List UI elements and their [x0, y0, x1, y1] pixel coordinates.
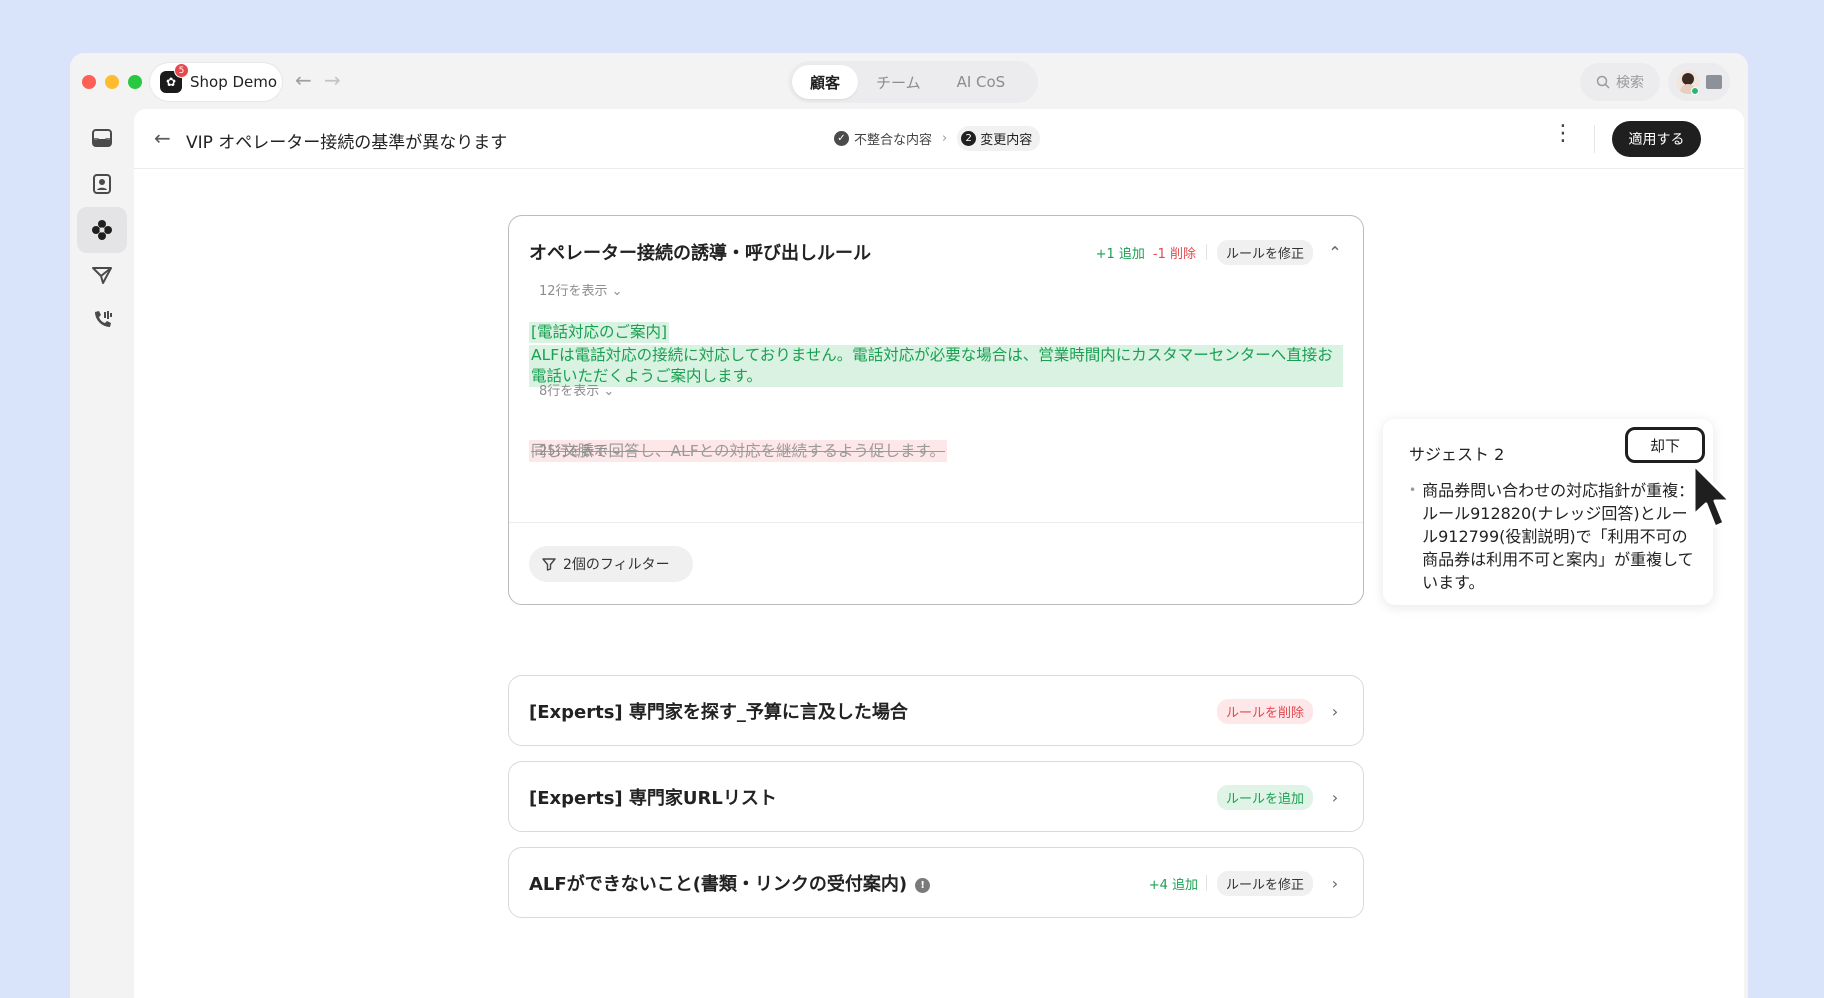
search-label: 検索 — [1616, 75, 1644, 91]
deleted-count: -1 削除 — [1152, 246, 1196, 262]
filter-button[interactable]: 2個のフィルター — [529, 546, 693, 582]
added-text: ALFは電話対応の接続に対応しておりません。電話対応が必要な場合は、営業時間内に… — [529, 345, 1343, 387]
divider — [1205, 875, 1207, 891]
filter-icon — [542, 558, 556, 571]
sidebar-item-calls[interactable] — [77, 297, 127, 343]
show-hidden-lines-button[interactable]: 12行を表示 ⌄ — [539, 280, 623, 299]
card-title: ALFができないこと(書類・リンクの受付案内)! — [529, 870, 1149, 896]
status-badge: ルールを修正 — [1216, 870, 1313, 896]
step-changes[interactable]: 2 変更内容 — [957, 126, 1041, 151]
status-badge: ルールを修正 — [1216, 239, 1313, 265]
tab-team[interactable]: チーム — [858, 65, 939, 99]
show-hidden-lines-button[interactable]: 8行を表示 ⌄ — [539, 380, 614, 399]
rule-card-expanded: オペレーター接続の誘導・呼び出しルール +1 追加 -1 削除 ルールを修正 ⌃… — [508, 215, 1364, 605]
suggestion-title: サジェスト 2 — [1409, 445, 1505, 464]
building-icon — [1706, 75, 1722, 89]
suggestion-text: 商品券問い合わせの対応指針が重複：ルール912820(ナレッジ回答)とルール91… — [1422, 481, 1695, 592]
show-hidden-lines-button[interactable]: 25行を表示 ⌄ — [539, 440, 623, 459]
rule-card[interactable]: ALFができないこと(書類・リンクの受付案内)! +4 追加 ルールを修正 › — [508, 847, 1364, 918]
sidebar-item-ai-agent[interactable] — [77, 207, 127, 253]
divider — [1205, 244, 1207, 260]
show-lines-label: 25行を表示 — [539, 444, 608, 459]
step-inconsistency[interactable]: ✓ 不整合な内容 — [834, 129, 932, 148]
suggestion-body: • 商品券問い合わせの対応指針が重複：ルール912820(ナレッジ回答)とルール… — [1409, 479, 1699, 594]
more-options-icon[interactable]: ⋮ — [1552, 123, 1574, 145]
chevron-right-icon: › — [942, 131, 948, 146]
workspace-name: Shop Demo — [190, 73, 278, 91]
sidebar-item-inbox[interactable] — [77, 115, 127, 161]
card-title: [Experts] 専門家URLリスト — [529, 788, 777, 809]
back-arrow-icon[interactable]: ← — [295, 70, 312, 90]
info-icon[interactable]: ! — [915, 878, 931, 893]
workspace-switcher[interactable]: ✿ 5 Shop Demo — [150, 63, 282, 101]
online-status-dot — [1691, 87, 1699, 95]
show-lines-label: 12行を表示 — [539, 284, 608, 299]
added-diff-block: [電話対応のご案内] ALFは電話対応の接続に対応しておりません。電話対応が必要… — [529, 322, 1343, 387]
card-header: [Experts] 専門家URLリスト ルールを追加 › — [529, 784, 1343, 810]
page-title: VIP オペレーター接続の基準が異なります — [186, 133, 508, 153]
search-icon — [1596, 75, 1610, 89]
inbox-icon — [92, 129, 112, 147]
app-logo-icon: ✿ 5 — [160, 63, 189, 93]
step-number: 2 — [961, 131, 977, 146]
card-title-text: ALFができないこと(書類・リンクの受付案内) — [529, 874, 908, 895]
card-title: [Experts] 専門家を探す_予算に言及した場合 — [529, 702, 908, 723]
step-label: 変更内容 — [980, 133, 1033, 148]
back-button[interactable]: ← — [154, 126, 171, 150]
notification-badge: 5 — [174, 63, 189, 78]
added-heading: [電話対応のご案内] — [529, 322, 670, 343]
rule-card[interactable]: [Experts] 専門家を探す_予算に言及した場合 ルールを削除 › — [508, 675, 1364, 746]
tab-ai-cos[interactable]: AI CoS — [939, 65, 1024, 99]
chevron-right-icon[interactable]: › — [1327, 702, 1343, 721]
close-window-button[interactable] — [82, 75, 96, 89]
rule-card[interactable]: [Experts] 専門家URLリスト ルールを追加 › — [508, 761, 1364, 832]
card-header[interactable]: オペレーター接続の誘導・呼び出しルール +1 追加 -1 削除 ルールを修正 ⌃ — [529, 239, 1343, 265]
apply-button[interactable]: 適用する — [1612, 121, 1701, 157]
forward-arrow-icon[interactable]: → — [324, 70, 341, 90]
stepper: ✓ 不整合な内容 › 2 変更内容 — [834, 126, 1041, 151]
chevron-up-icon[interactable]: ⌃ — [1327, 243, 1343, 262]
bullet: • — [1409, 483, 1417, 497]
check-icon: ✓ — [834, 131, 849, 146]
ai-agent-icon — [92, 220, 112, 240]
phone-icon — [95, 311, 112, 327]
divider — [1594, 125, 1595, 153]
title-bar: ✿ 5 Shop Demo ← → 顧客 チーム AI CoS 検索 — [70, 53, 1748, 109]
page-header: ← VIP オペレーター接続の基準が異なります ✓ 不整合な内容 › 2 変更内… — [134, 109, 1744, 169]
divider — [509, 522, 1363, 523]
maximize-window-button[interactable] — [128, 75, 142, 89]
card-title: オペレーター接続の誘導・呼び出しルール — [529, 243, 871, 264]
main-tabs: 顧客 チーム AI CoS — [788, 61, 1038, 103]
added-count: +4 追加 — [1148, 877, 1198, 893]
minimize-window-button[interactable] — [105, 75, 119, 89]
added-count: +1 追加 — [1095, 246, 1145, 262]
chevron-right-icon[interactable]: › — [1327, 874, 1343, 893]
sidebar-item-contacts[interactable] — [77, 161, 127, 207]
send-icon — [92, 267, 112, 284]
tab-customers[interactable]: 顧客 — [792, 65, 859, 99]
contacts-icon — [93, 174, 111, 194]
reject-button[interactable]: 却下 — [1625, 427, 1705, 463]
chevron-right-icon[interactable]: › — [1327, 788, 1343, 807]
step-label: 不整合な内容 — [854, 133, 933, 148]
card-header: [Experts] 専門家を探す_予算に言及した場合 ルールを削除 › — [529, 698, 1343, 724]
sidebar — [70, 109, 134, 998]
card-header: ALFができないこと(書類・リンクの受付案内)! +4 追加 ルールを修正 › — [529, 870, 1343, 896]
show-lines-label: 8行を表示 — [539, 384, 600, 399]
status-badge: ルールを追加 — [1216, 784, 1313, 810]
sidebar-item-campaigns[interactable] — [77, 252, 127, 298]
filter-label: 2個のフィルター — [563, 557, 670, 573]
profile-button[interactable] — [1668, 63, 1730, 101]
status-badge: ルールを削除 — [1216, 698, 1313, 724]
suggestion-popover: サジェスト 2 却下 • 商品券問い合わせの対応指針が重複：ルール912820(… — [1383, 419, 1713, 605]
mouse-cursor-icon — [1692, 463, 1732, 529]
search-button[interactable]: 検索 — [1580, 63, 1660, 101]
